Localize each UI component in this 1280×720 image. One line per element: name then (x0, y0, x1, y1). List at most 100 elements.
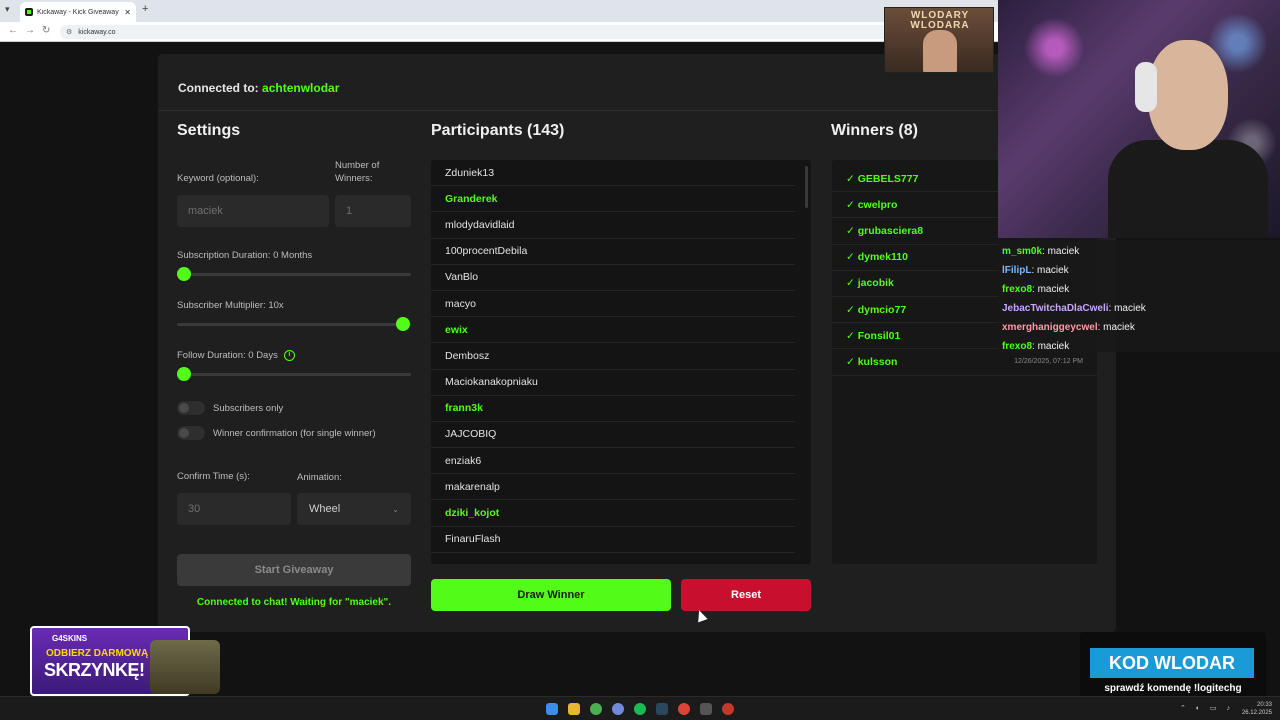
file-explorer-icon[interactable] (568, 703, 580, 715)
chat-username: frexo8 (1002, 341, 1033, 352)
app-red-icon[interactable] (722, 703, 734, 715)
chat-message: m_sm0k: maciek (1002, 242, 1276, 261)
settings-title: Settings (177, 122, 241, 139)
tab-close-icon[interactable]: ✕ (124, 8, 131, 17)
browser-icon[interactable] (678, 703, 690, 715)
spotify-icon[interactable] (634, 703, 646, 715)
participant-row: VanBlo (431, 265, 795, 291)
info-icon[interactable]: i (283, 350, 295, 361)
participant-row: Granderek (431, 186, 795, 213)
winner-name: ✓ grubasciera8 (846, 224, 924, 237)
animation-select[interactable]: Wheel ⌄ (297, 493, 411, 525)
windows-taskbar: ⌃ ◐ ▭ ♪ 20:33 26.12.2025 (0, 696, 1280, 720)
participants-scrollbar[interactable] (805, 166, 808, 208)
confirm-time-input[interactable]: 30 (177, 493, 291, 525)
keyword-label: Keyword (optional): (177, 173, 259, 184)
subscriber-multiplier-slider-handle[interactable] (396, 317, 410, 331)
connected-prefix: Connected to: (178, 81, 259, 95)
connection-status: Connected to: achtenwlodar (178, 81, 339, 95)
follow-duration-label: Follow Duration: 0 Days i (177, 350, 295, 361)
webcam-overlay (998, 0, 1280, 238)
app-icon[interactable] (700, 703, 712, 715)
winner-confirmation-toggle[interactable] (177, 426, 205, 440)
headphones-icon (1135, 62, 1157, 112)
tab-list-icon[interactable]: ▾ (5, 4, 10, 15)
discord-icon[interactable] (612, 703, 624, 715)
participant-row: FinaruFlash (431, 527, 795, 553)
chat-text: : maciek (1108, 303, 1146, 314)
follow-duration-track[interactable] (177, 373, 411, 376)
streamer-logo: WLODARY WLODARA (884, 7, 994, 73)
participant-row: enziak6 (431, 448, 795, 475)
subscriber-multiplier-label: Subscriber Multiplier: 10x (177, 300, 284, 311)
new-tab-button[interactable]: + (142, 3, 148, 15)
url-text: kickaway.co (78, 28, 116, 36)
participant-row: makarenalp (431, 474, 795, 501)
giveaway-card: Connected to: achtenwlodar Settings Keyw… (158, 54, 1116, 632)
promo-brand: G4SKINS (52, 634, 88, 643)
participant-row: macyo (431, 291, 795, 318)
chrome-icon[interactable] (590, 703, 602, 715)
forward-icon[interactable]: → (25, 25, 35, 36)
participants-title: Participants (143) (431, 122, 565, 139)
streamer-body (1108, 140, 1268, 238)
winner-timestamp: 12/26/2025, 07:12 PM (1014, 358, 1083, 366)
promo-line-1: ODBIERZ DARMOWĄ (46, 648, 149, 659)
chat-message: lFilipL: maciek (1002, 261, 1276, 280)
subscription-duration-label: Subscription Duration: 0 Months (177, 250, 313, 261)
logo-text: WLODARY WLODARA (910, 10, 970, 31)
reload-icon[interactable]: ↻ (42, 25, 50, 36)
draw-winner-button[interactable]: Draw Winner (431, 579, 671, 611)
chat-message: frexo8: maciek (1002, 337, 1276, 356)
start-menu-icon[interactable] (546, 703, 558, 715)
chat-username: m_sm0k (1002, 246, 1043, 257)
reset-button[interactable]: Reset (681, 579, 811, 611)
divider (158, 110, 1116, 111)
chat-status-message: Connected to chat! Waiting for "maciek". (196, 597, 392, 608)
browser-tab-kickaway[interactable]: Kickaway - Kick Giveaway Tool ✕ (20, 2, 136, 22)
winner-name: ✓ dymek110 (846, 251, 908, 264)
site-info-icon[interactable]: ⚙ (66, 28, 72, 36)
promo-code-subtitle: sprawdź komendę !logitechg (1104, 683, 1242, 694)
chat-text: : maciek (1032, 341, 1070, 352)
participant-row: Dembosz (431, 343, 795, 370)
participants-list: Zduniek13 Granderek mlodydavidlaid 100proce… (431, 160, 801, 553)
winners-count-label: Number of Winners: (335, 160, 380, 184)
back-icon[interactable]: ← (8, 25, 18, 36)
chat-text: : maciek (1042, 246, 1080, 257)
start-giveaway-button[interactable]: Start Giveaway (177, 554, 411, 586)
promo-code-box: KOD WLODAR sprawdź komendę !logitechg (1080, 632, 1266, 704)
chat-username: frexo8 (1002, 284, 1033, 295)
winners-title: Winners (8) (831, 122, 918, 139)
chat-username: lFilipL (1002, 265, 1032, 276)
chat-username: JebacTwitchaDlaCweli (1002, 303, 1109, 314)
chevron-down-icon: ⌄ (392, 504, 399, 514)
participant-row: Maciokanakopniaku (431, 370, 795, 396)
subscription-duration-track[interactable] (177, 273, 411, 276)
subscribers-only-toggle[interactable] (177, 401, 205, 415)
follow-duration-slider-handle[interactable] (177, 367, 191, 381)
animation-selected-value: Wheel (309, 503, 341, 515)
promo-code-title: KOD WLODAR (1090, 648, 1254, 678)
chat-text: : maciek (1031, 265, 1069, 276)
subscriber-multiplier-track[interactable] (177, 323, 411, 326)
participant-row: dziki_kojot (431, 500, 795, 527)
keyword-input[interactable]: maciek (177, 195, 329, 227)
participant-row: mlodydavidlaid (431, 212, 795, 239)
subscription-duration-slider-handle[interactable] (177, 267, 191, 281)
participant-row: ewix (431, 317, 795, 344)
animation-label: Animation: (297, 472, 342, 483)
participant-row: 100procentDebila (431, 239, 795, 265)
clock-time: 20:33 (1256, 702, 1272, 708)
chat-message: xmerghaniggeycwel: maciek (1002, 318, 1276, 337)
winner-confirmation-label: Winner confirmation (for single winner) (213, 428, 376, 439)
subscribers-only-label: Subscribers only (213, 403, 284, 414)
url-input[interactable]: ⚙ kickaway.co (60, 25, 890, 39)
steam-icon[interactable] (656, 703, 668, 715)
promo-chest-image (150, 640, 220, 694)
confirm-time-label: Confirm Time (s): (177, 471, 250, 482)
tray-icons[interactable]: ⌃ ◐ ▭ ♪ (1180, 704, 1234, 712)
stream-chat-overlay: m_sm0k: maciek lFilipL: maciek frexo8: mac… (998, 240, 1280, 352)
winners-count-input[interactable]: 1 (335, 195, 411, 227)
winner-name: ✓ jacobik (846, 277, 894, 290)
